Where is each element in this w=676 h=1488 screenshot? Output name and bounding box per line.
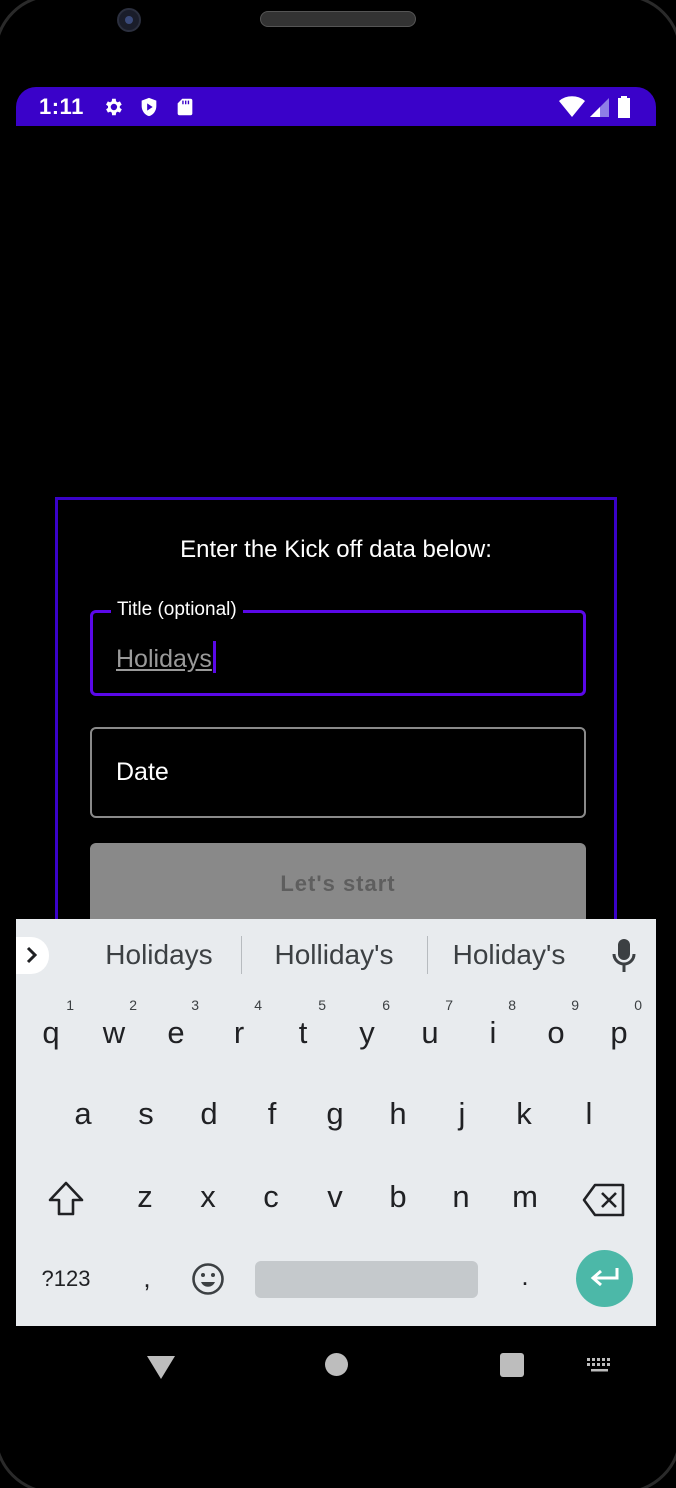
soft-keyboard: Holidays Holliday's Holiday's q1 w2 e3 r… <box>16 919 656 1326</box>
key-j[interactable]: j <box>449 1096 475 1132</box>
enter-icon <box>590 1268 619 1287</box>
lets-start-label: Let's start <box>280 871 396 896</box>
key-comma[interactable]: , <box>137 1263 157 1294</box>
emoji-icon[interactable] <box>191 1262 225 1296</box>
signal-icon <box>588 96 610 118</box>
device-frame: 1:11 Enter the Kick off data below: Titl… <box>0 0 676 1488</box>
sd-card-icon <box>174 96 196 118</box>
front-camera <box>117 8 141 32</box>
key-h[interactable]: h <box>385 1096 411 1132</box>
suggestion-3[interactable]: Holiday's <box>440 939 578 971</box>
navigation-bar <box>16 1326 656 1404</box>
key-o[interactable]: o9 <box>543 997 579 1051</box>
key-m[interactable]: m <box>508 1179 542 1215</box>
key-period[interactable]: . <box>515 1261 535 1292</box>
wifi-icon <box>559 96 585 118</box>
title-field-label: Title (optional) <box>111 599 243 621</box>
shift-icon[interactable] <box>46 1180 86 1218</box>
key-x[interactable]: x <box>195 1179 221 1215</box>
back-icon[interactable] <box>146 1354 176 1380</box>
key-f[interactable]: f <box>259 1096 285 1132</box>
kickoff-dialog: Enter the Kick off data below: Title (op… <box>55 497 617 927</box>
expand-toolbar-button[interactable] <box>16 937 49 974</box>
status-bar: 1:11 <box>16 87 656 126</box>
symbols-key[interactable]: ?123 <box>38 1266 94 1292</box>
dialog-heading: Enter the Kick off data below: <box>180 536 492 563</box>
title-field[interactable]: Title (optional) Holidays <box>90 599 586 696</box>
date-field-label: Date <box>116 758 169 786</box>
key-t[interactable]: t5 <box>290 997 326 1051</box>
text-caret <box>212 641 216 673</box>
title-field-value[interactable]: Holidays <box>116 641 216 674</box>
key-n[interactable]: n <box>448 1179 474 1215</box>
suggestion-2[interactable]: Holliday's <box>264 939 404 971</box>
lets-start-button[interactable]: Let's start <box>90 843 586 927</box>
key-c[interactable]: c <box>258 1179 284 1215</box>
enter-button[interactable] <box>576 1250 633 1307</box>
key-g[interactable]: g <box>322 1096 348 1132</box>
title-input-text[interactable]: Holidays <box>116 645 212 673</box>
keyboard-switch-icon[interactable] <box>586 1357 614 1373</box>
backspace-icon[interactable] <box>582 1183 626 1217</box>
space-bar[interactable] <box>255 1261 478 1298</box>
earpiece-speaker <box>260 11 416 27</box>
status-time: 1:11 <box>39 94 84 119</box>
home-icon[interactable] <box>325 1353 348 1376</box>
battery-icon <box>616 96 632 118</box>
key-w[interactable]: w2 <box>101 997 137 1051</box>
recents-icon[interactable] <box>500 1353 524 1377</box>
key-r[interactable]: r4 <box>226 997 262 1051</box>
key-a[interactable]: a <box>70 1096 96 1132</box>
key-b[interactable]: b <box>385 1179 411 1215</box>
shield-play-icon <box>138 96 160 118</box>
key-y[interactable]: y6 <box>354 997 390 1051</box>
key-d[interactable]: d <box>196 1096 222 1132</box>
date-field[interactable]: Date <box>90 727 586 818</box>
key-u[interactable]: u7 <box>417 997 453 1051</box>
key-i[interactable]: i8 <box>480 997 516 1051</box>
key-e[interactable]: e3 <box>163 997 199 1051</box>
suggestion-bar: Holidays Holliday's Holiday's <box>16 919 656 991</box>
key-q[interactable]: q1 <box>38 997 74 1051</box>
key-s[interactable]: s <box>133 1096 159 1132</box>
key-z[interactable]: z <box>132 1179 158 1215</box>
key-v[interactable]: v <box>322 1179 348 1215</box>
chevron-right-icon <box>26 946 38 964</box>
key-l[interactable]: l <box>576 1096 602 1132</box>
suggestion-divider <box>427 936 428 974</box>
suggestion-divider <box>241 936 242 974</box>
suggestion-1[interactable]: Holidays <box>92 939 226 971</box>
key-p[interactable]: p0 <box>606 997 642 1051</box>
microphone-icon[interactable] <box>612 939 636 973</box>
key-k[interactable]: k <box>511 1096 537 1132</box>
gear-icon <box>102 96 124 118</box>
